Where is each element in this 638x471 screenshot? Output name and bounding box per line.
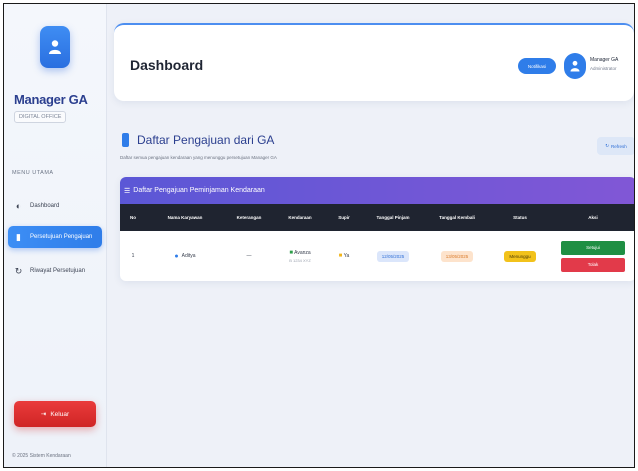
vehicle-cell: ■ Avanza B 1234 XYZ xyxy=(274,231,326,281)
employee-name: Aditya xyxy=(181,253,196,259)
driver-icon: ■ xyxy=(338,253,343,259)
avatar[interactable] xyxy=(564,53,586,79)
brand-title: Manager GA xyxy=(14,92,88,107)
borrow-date-cell: 12/05/2025 xyxy=(362,231,424,281)
actions-cell: Setujui Tolak xyxy=(550,231,634,281)
driver-cell: ■ Ya xyxy=(326,231,362,281)
user-icon: ● xyxy=(174,252,179,260)
row-number: 1 xyxy=(131,253,135,259)
status-badge: Menunggu xyxy=(504,250,536,262)
requests-table-card: ☰ Daftar Pengajuan Peminjaman Kendaraan … xyxy=(120,177,634,281)
borrow-date-badge: 12/05/2025 xyxy=(376,250,410,262)
vehicle-plate: B 1234 XYZ xyxy=(289,257,311,263)
section-title-icon xyxy=(122,133,129,147)
car-icon: ■ xyxy=(289,249,293,256)
sidebar: Manager GA DIGITAL OFFICE MENU UTAMA ◐ D… xyxy=(4,4,107,467)
column-header: No xyxy=(130,215,136,220)
table-row: 1 ● Aditya — ■ Avanza B 1234 XYZ ■ Ya 12… xyxy=(120,231,634,281)
reject-button[interactable]: Tolak xyxy=(561,257,625,272)
user-logo-icon xyxy=(40,26,70,68)
refresh-button[interactable]: ↻ Refresh xyxy=(597,137,634,155)
history-icon: ↻ xyxy=(14,265,23,276)
sidebar-item-label: Persetujuan Pengajuan xyxy=(30,234,93,240)
employee-cell: ● Aditya xyxy=(146,231,224,281)
column-header: Tanggal Pinjam xyxy=(376,215,410,220)
sidebar-item-history[interactable]: ↻ Riwayat Persetujuan xyxy=(8,260,102,282)
user-role: Administrator xyxy=(590,66,617,71)
menu-label: MENU UTAMA xyxy=(12,170,54,176)
note-cell: — xyxy=(246,253,252,259)
requests-table: No Nama Karyawan Keterangan Kendaraan Su… xyxy=(120,204,634,281)
vehicle-name: Avanza xyxy=(294,249,311,256)
section-subtitle: Daftar semua pengajuan kendaraan yang me… xyxy=(120,155,277,160)
return-date-cell: 13/05/2025 xyxy=(424,231,490,281)
list-icon: ☰ xyxy=(124,187,131,195)
gauge-icon: ◐ xyxy=(15,201,22,211)
footer-note: © 2025 Sistem Kendaraan xyxy=(12,453,71,459)
section-title: Daftar Pengajuan dari GA xyxy=(137,133,275,147)
column-header: Status xyxy=(513,215,527,220)
sidebar-item-dashboard[interactable]: ◐ Dashboard xyxy=(8,195,102,217)
refresh-icon: ↻ xyxy=(605,143,609,148)
notification-button[interactable]: Notifikasi xyxy=(518,58,556,74)
column-header: Nama Karyawan xyxy=(167,215,203,220)
sidebar-item-label: Dashboard xyxy=(30,203,60,209)
status-cell: Menunggu xyxy=(490,231,550,281)
logout-icon: ⇥ xyxy=(40,411,47,418)
approve-button[interactable]: Setujui xyxy=(561,240,625,255)
return-date-badge: 13/05/2025 xyxy=(440,250,474,262)
driver-value: Ya xyxy=(343,253,350,259)
user-name: Manager GA xyxy=(590,57,619,63)
table-caption: ☰ Daftar Pengajuan Peminjaman Kendaraan xyxy=(120,177,634,204)
brand-subtitle: DIGITAL OFFICE xyxy=(14,111,67,123)
sidebar-item-label: Riwayat Persetujuan xyxy=(30,268,86,274)
table-header-row: No Nama Karyawan Keterangan Kendaraan Su… xyxy=(120,204,634,231)
column-header: Supir xyxy=(338,215,350,220)
app-window: Manager GA DIGITAL OFFICE MENU UTAMA ◐ D… xyxy=(3,3,635,468)
column-header: Aksi xyxy=(588,215,598,220)
column-header: Kendaraan xyxy=(288,215,312,220)
column-header: Tanggal Kembali xyxy=(439,215,475,220)
column-header: Keterangan xyxy=(236,215,262,220)
page-title: Dashboard xyxy=(130,57,204,73)
sidebar-item-approvals[interactable]: ▮ Persetujuan Pengajuan xyxy=(8,226,102,248)
header-card: Dashboard Notifikasi Manager GA Administ… xyxy=(114,23,634,101)
logout-button[interactable]: ⇥ Keluar xyxy=(14,401,96,427)
document-icon: ▮ xyxy=(16,231,21,242)
